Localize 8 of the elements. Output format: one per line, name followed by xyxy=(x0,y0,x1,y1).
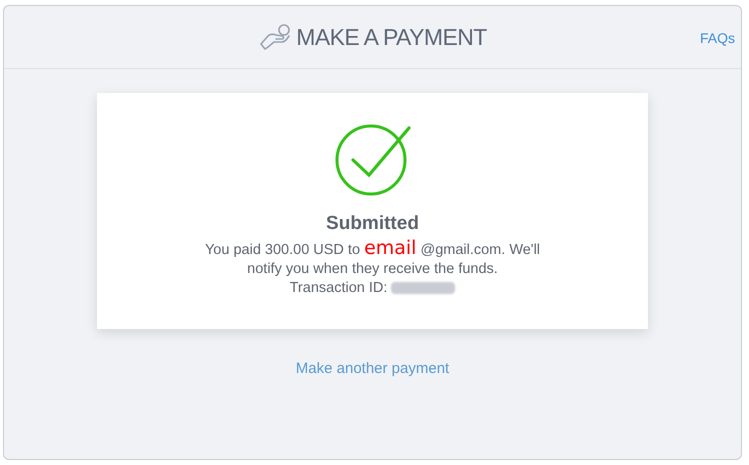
payment-message: You paid 300.00 USD to email @gmail.com. We'll notify you when they receive the funds. xyxy=(204,238,542,279)
faqs-link[interactable]: FAQs xyxy=(700,28,735,49)
transaction-label: Transaction ID: xyxy=(290,278,388,298)
hand-coin-icon xyxy=(258,22,292,52)
make-another-payment-link[interactable]: Make another payment xyxy=(296,358,450,380)
status-heading: Submitted xyxy=(326,212,419,236)
page-title: MAKE A PAYMENT xyxy=(296,22,487,52)
blurred-id xyxy=(391,282,456,294)
